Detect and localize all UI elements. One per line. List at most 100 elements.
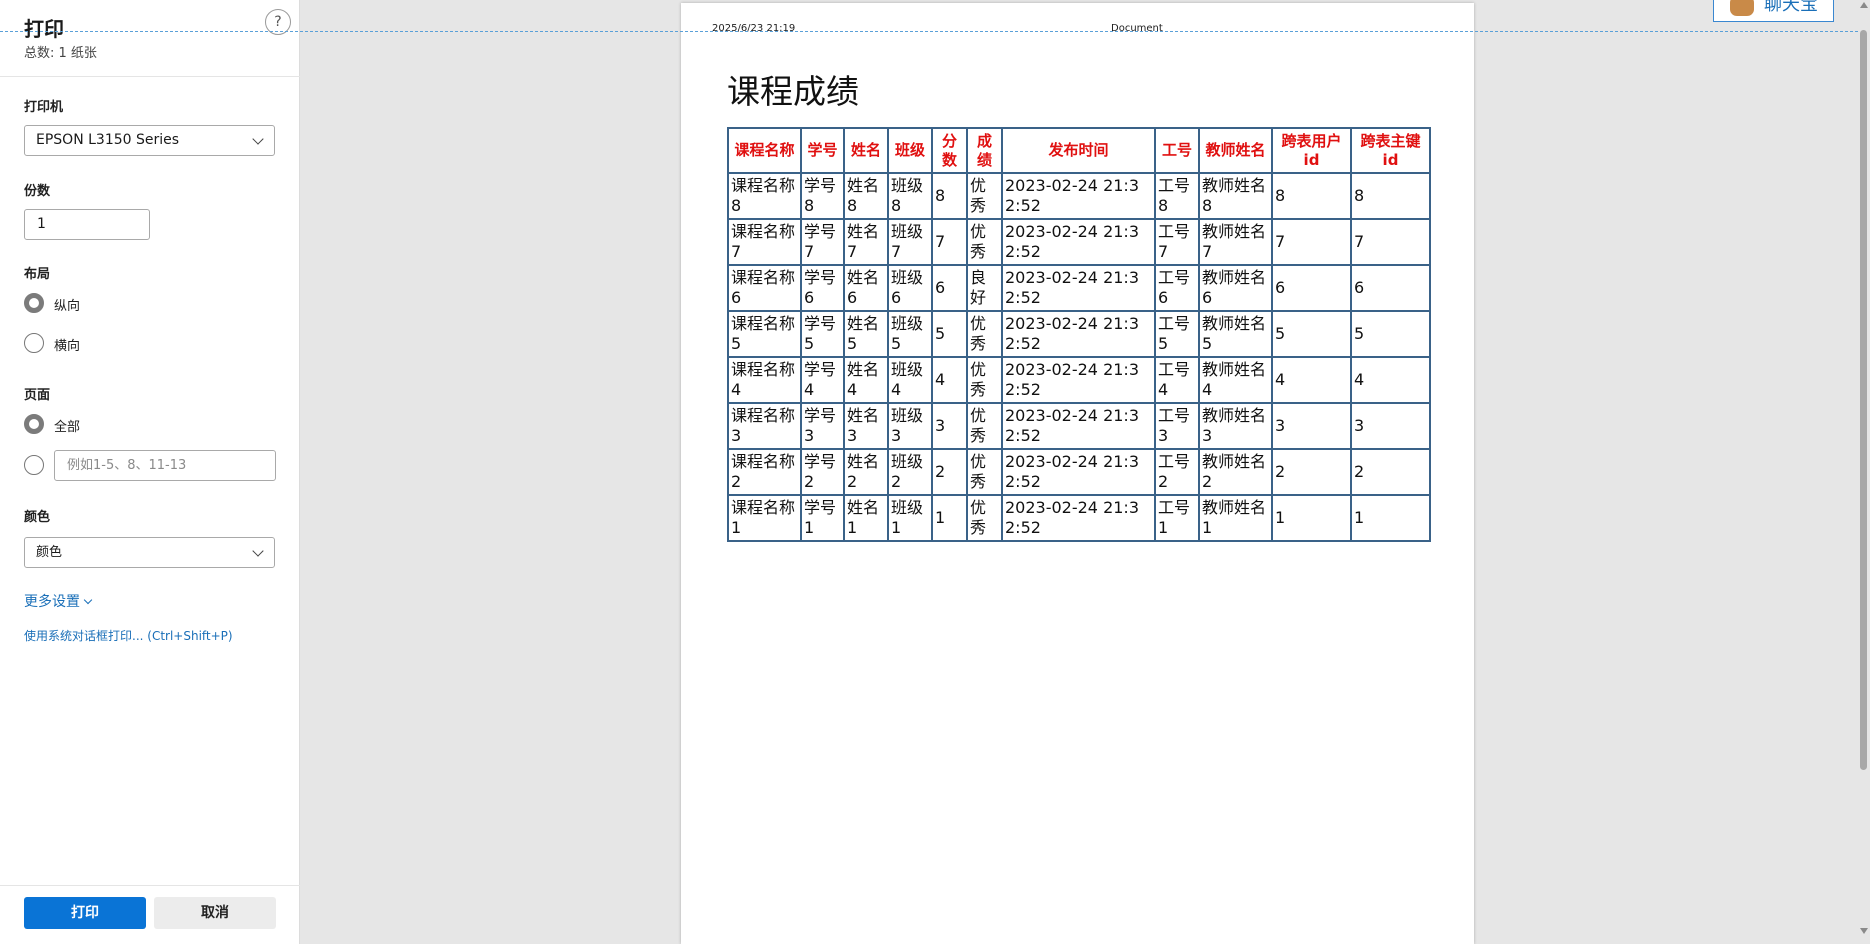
table-cell: 6 <box>1271 264 1352 312</box>
table-cell: 课程名称1 <box>727 494 802 542</box>
table-cell: 8 <box>1350 172 1431 220</box>
table-cell: 课程名称3 <box>727 402 802 450</box>
copies-label: 份数 <box>24 184 51 199</box>
pages-range-radio[interactable] <box>24 455 44 475</box>
table-header-cell: 学号 <box>800 127 845 174</box>
table-cell: 优秀 <box>966 218 1003 266</box>
table-cell: 工号4 <box>1154 356 1200 404</box>
table-cell: 1 <box>1350 494 1431 542</box>
table-cell: 学号6 <box>800 264 845 312</box>
table-cell: 教师姓名5 <box>1198 310 1273 358</box>
table-cell: 姓名7 <box>843 218 889 266</box>
chevron-down-icon <box>252 133 264 145</box>
cancel-button[interactable]: 取消 <box>154 897 276 929</box>
pages-all-radio[interactable] <box>24 414 44 434</box>
table-cell: 1 <box>931 494 968 542</box>
table-cell: 4 <box>1271 356 1352 404</box>
pages-range-input[interactable]: 例如1-5、8、11-13 <box>54 450 276 481</box>
copies-input[interactable]: 1 <box>24 209 150 240</box>
table-cell: 学号1 <box>800 494 845 542</box>
table-cell: 优秀 <box>966 310 1003 358</box>
scroll-down-arrow-icon[interactable] <box>1860 928 1868 934</box>
table-cell: 工号7 <box>1154 218 1200 266</box>
table-cell: 优秀 <box>966 172 1003 220</box>
table-cell: 课程名称8 <box>727 172 802 220</box>
print-button[interactable]: 打印 <box>24 897 146 929</box>
layout-portrait-label: 纵向 <box>54 299 81 314</box>
layout-landscape-radio[interactable] <box>24 333 44 353</box>
layout-portrait-radio[interactable] <box>24 293 44 313</box>
table-cell: 7 <box>1350 218 1431 266</box>
table-header-cell: 跨表主键id <box>1350 127 1431 174</box>
vertical-scrollbar[interactable] <box>1858 0 1870 944</box>
table-cell: 教师姓名1 <box>1198 494 1273 542</box>
table-cell: 2023-02-24 21:32:52 <box>1001 356 1156 404</box>
table-cell: 4 <box>931 356 968 404</box>
table-cell: 良好 <box>966 264 1003 312</box>
table-cell: 3 <box>1350 402 1431 450</box>
panel-title: 打印 <box>24 17 64 41</box>
table-cell: 2023-02-24 21:32:52 <box>1001 218 1156 266</box>
layout-landscape-label: 横向 <box>54 339 81 354</box>
table-cell: 3 <box>1271 402 1352 450</box>
print-settings-panel: 打印 总数: 1 纸张 ? 打印机 EPSON L3150 Series 份数 … <box>0 0 300 944</box>
page-preview: 2025/6/23 21:19 Document 课程成绩 课程名称 学号 姓名 班级… <box>681 3 1474 944</box>
chat-widget-button[interactable]: 聊天宝 <box>1713 0 1834 22</box>
bear-mascot-icon <box>1730 0 1754 16</box>
table-cell: 姓名5 <box>843 310 889 358</box>
document-title: 课程成绩 <box>727 72 859 111</box>
more-settings-link[interactable]: 更多设置 <box>24 591 93 611</box>
table-cell: 班级5 <box>887 310 933 358</box>
table-header-cell: 分数 <box>931 127 968 174</box>
table-cell: 班级1 <box>887 494 933 542</box>
table-cell: 优秀 <box>966 448 1003 496</box>
printer-label: 打印机 <box>24 100 64 115</box>
color-select[interactable]: 颜色 <box>24 537 275 568</box>
table-cell: 班级6 <box>887 264 933 312</box>
table-cell: 2023-02-24 21:32:52 <box>1001 402 1156 450</box>
table-cell: 工号5 <box>1154 310 1200 358</box>
table-cell: 工号1 <box>1154 494 1200 542</box>
table-cell: 2023-02-24 21:32:52 <box>1001 172 1156 220</box>
layout-label: 布局 <box>24 267 51 282</box>
table-cell: 学号5 <box>800 310 845 358</box>
table-cell: 课程名称2 <box>727 448 802 496</box>
more-settings-label: 更多设置 <box>24 594 80 610</box>
table-cell: 教师姓名4 <box>1198 356 1273 404</box>
table-cell: 6 <box>1350 264 1431 312</box>
divider <box>0 76 300 77</box>
scroll-up-arrow-icon[interactable] <box>1860 2 1868 8</box>
table-cell: 优秀 <box>966 402 1003 450</box>
page-boundary-guide <box>0 31 1858 32</box>
table-row: 课程名称8 学号8 姓名8 班级8 8 优秀 2023-02-24 21:32:52 工号8 教… <box>727 172 1431 220</box>
sheet-count: 总数: 1 纸张 <box>24 46 97 61</box>
table-cell: 7 <box>931 218 968 266</box>
grades-table: 课程名称 学号 姓名 班级 分数 成绩 发布时间 工号 教师姓名 跨表用户id 跨表主键id 课程名… <box>727 127 1431 542</box>
table-cell: 学号2 <box>800 448 845 496</box>
table-row: 课程名称7 学号7 姓名7 班级7 7 优秀 2023-02-24 21:32:52 工号7 教… <box>727 218 1431 266</box>
pages-all-label: 全部 <box>54 420 81 435</box>
table-cell: 2023-02-24 21:32:52 <box>1001 448 1156 496</box>
table-cell: 姓名3 <box>843 402 889 450</box>
table-header-cell: 姓名 <box>843 127 889 174</box>
table-cell: 课程名称7 <box>727 218 802 266</box>
table-cell: 姓名6 <box>843 264 889 312</box>
table-cell: 姓名2 <box>843 448 889 496</box>
table-header-cell: 教师姓名 <box>1198 127 1273 174</box>
table-cell: 工号6 <box>1154 264 1200 312</box>
table-cell: 工号3 <box>1154 402 1200 450</box>
scrollbar-thumb[interactable] <box>1860 30 1867 770</box>
table-cell: 5 <box>931 310 968 358</box>
table-cell: 2 <box>1271 448 1352 496</box>
table-cell: 2 <box>1350 448 1431 496</box>
page-header-date: 2025/6/23 21:19 <box>712 23 796 34</box>
table-cell: 班级3 <box>887 402 933 450</box>
printer-select[interactable]: EPSON L3150 Series <box>24 125 275 156</box>
divider <box>0 885 300 886</box>
system-dialog-link[interactable]: 使用系统对话框打印... (Ctrl+Shift+P) <box>24 627 233 644</box>
pages-label: 页面 <box>24 388 51 403</box>
table-cell: 班级4 <box>887 356 933 404</box>
table-row: 课程名称2 学号2 姓名2 班级2 2 优秀 2023-02-24 21:32:52 工号2 教… <box>727 448 1431 496</box>
table-cell: 教师姓名8 <box>1198 172 1273 220</box>
chat-widget-label: 聊天宝 <box>1764 0 1818 15</box>
